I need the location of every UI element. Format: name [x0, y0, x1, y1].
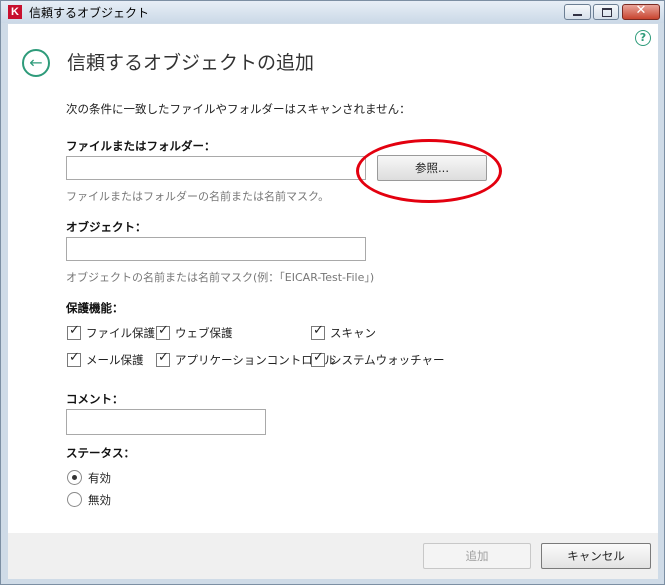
- close-button[interactable]: ✕: [622, 3, 660, 20]
- minimize-icon: [573, 14, 582, 16]
- checkmark-icon: ✓: [313, 323, 324, 338]
- file-folder-label: ファイルまたはフォルダー：: [66, 139, 216, 153]
- minimize-button[interactable]: [564, 4, 591, 20]
- radio-label[interactable]: 有効: [88, 470, 111, 486]
- checkbox-mail-protection[interactable]: ✓: [67, 350, 81, 367]
- maximize-icon: [602, 8, 612, 17]
- help-icon[interactable]: ?: [635, 30, 651, 46]
- checkbox-label[interactable]: ファイル保護: [86, 325, 155, 341]
- radio-disabled[interactable]: [67, 492, 82, 507]
- radio-selected-dot: [72, 475, 77, 480]
- add-button[interactable]: 追加: [423, 543, 531, 569]
- comment-input[interactable]: [66, 409, 266, 435]
- comment-label: コメント：: [66, 392, 124, 406]
- object-hint: オブジェクトの名前または名前マスク(例：「EICAR-Test-File」): [66, 271, 375, 284]
- checkmark-icon: ✓: [158, 350, 169, 365]
- checkbox-scan[interactable]: ✓: [311, 323, 325, 340]
- checkbox-label[interactable]: ウェブ保護: [175, 325, 233, 341]
- back-arrow-icon[interactable]: ←: [22, 49, 50, 77]
- radio-enabled[interactable]: [67, 470, 82, 485]
- intro-text: 次の条件に一致したファイルやフォルダーはスキャンされません：: [66, 102, 411, 116]
- radio-label[interactable]: 無効: [88, 492, 111, 508]
- checkmark-icon: ✓: [158, 323, 169, 338]
- object-input[interactable]: [66, 237, 366, 261]
- file-folder-input[interactable]: [66, 156, 366, 180]
- content-panel: ? ← 信頼するオブジェクトの追加 次の条件に一致したファイルやフォルダーはスキ…: [8, 24, 658, 533]
- cancel-button[interactable]: キャンセル: [541, 543, 651, 569]
- kaspersky-logo-icon: K: [8, 5, 22, 19]
- checkbox-label[interactable]: システムウォッチャー: [330, 352, 445, 368]
- title-bar[interactable]: K 信頼するオブジェクト ✕: [1, 1, 664, 23]
- dialog-window: K 信頼するオブジェクト ✕ ? ← 信頼するオブジェクトの追加 次の条件に一致…: [0, 0, 665, 585]
- status-label: ステータス：: [66, 446, 135, 460]
- checkbox-app-control[interactable]: ✓: [156, 350, 170, 367]
- window-title: 信頼するオブジェクト: [29, 6, 150, 20]
- object-label: オブジェクト：: [66, 220, 147, 234]
- checkmark-icon: ✓: [313, 350, 324, 365]
- maximize-button[interactable]: [593, 4, 619, 20]
- checkmark-icon: ✓: [69, 350, 80, 365]
- footer-bar: 追加 キャンセル: [8, 533, 658, 579]
- checkbox-label[interactable]: メール保護: [86, 352, 144, 368]
- highlight-circle: [356, 139, 502, 203]
- checkbox-label[interactable]: スキャン: [330, 325, 376, 341]
- checkmark-icon: ✓: [69, 323, 80, 338]
- checkbox-web-protection[interactable]: ✓: [156, 323, 170, 340]
- page-title: 信頼するオブジェクトの追加: [67, 52, 315, 74]
- checkbox-file-protection[interactable]: ✓: [67, 323, 81, 340]
- checkbox-system-watcher[interactable]: ✓: [311, 350, 325, 367]
- close-icon: ✕: [635, 3, 647, 18]
- protection-label: 保護機能：: [66, 301, 124, 315]
- file-folder-hint: ファイルまたはフォルダーの名前または名前マスク。: [66, 190, 330, 203]
